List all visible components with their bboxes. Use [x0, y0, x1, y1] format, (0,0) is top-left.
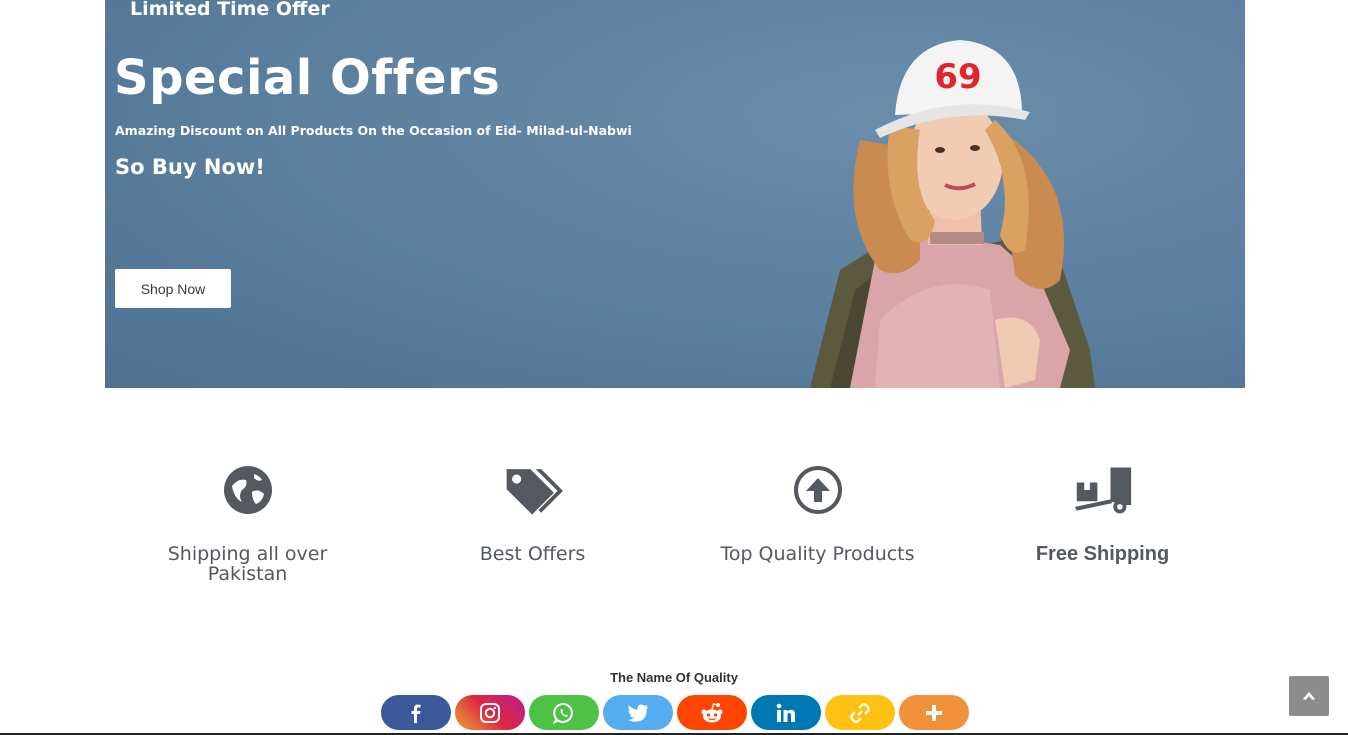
hero-model-image: 69: [810, 40, 1095, 388]
facebook-icon: [411, 704, 421, 723]
feature-label: Top Quality Products: [720, 543, 915, 565]
twitter-share-button[interactable]: [603, 695, 673, 730]
chevron-up-icon: [1303, 692, 1315, 700]
footer-tagline: The Name Of Quality: [610, 670, 738, 685]
instagram-icon: [480, 702, 500, 723]
feature-label: Best Offers: [479, 543, 586, 565]
plus-icon: [926, 704, 942, 721]
feature-free-shipping: Free Shipping: [960, 460, 1245, 600]
whatsapp-icon: [553, 702, 573, 724]
globe-icon: [218, 460, 278, 520]
feature-best-offers: Best Offers: [390, 460, 675, 600]
hero-cta-text: So Buy Now!: [115, 155, 265, 179]
hero-eyebrow: Limited Time Offer: [130, 0, 330, 20]
feature-label: Free Shipping: [1035, 543, 1170, 565]
reddit-share-button[interactable]: [677, 695, 747, 730]
more-share-button[interactable]: [899, 695, 969, 730]
scroll-to-top-button[interactable]: [1289, 676, 1329, 716]
copy-link-share-button[interactable]: [825, 695, 895, 730]
reddit-icon: [701, 702, 723, 722]
feature-top-quality: Top Quality Products: [675, 460, 960, 600]
whatsapp-share-button[interactable]: [529, 695, 599, 730]
dolly-icon: [1073, 460, 1133, 520]
twitter-icon: [628, 704, 648, 722]
instagram-share-button[interactable]: [455, 695, 525, 730]
linkedin-icon: [776, 703, 795, 722]
linkedin-share-button[interactable]: [751, 695, 821, 730]
tags-icon: [503, 460, 563, 520]
social-share-bar: [381, 695, 969, 730]
hero-title: Special Offers: [114, 50, 501, 106]
shop-now-button[interactable]: Shop Now: [115, 269, 231, 308]
link-icon: [850, 702, 870, 723]
facebook-share-button[interactable]: [381, 695, 451, 730]
feature-label: Shipping all over Pakistan: [167, 543, 328, 585]
features-row: Shipping all over Pakistan Best Offers T…: [105, 460, 1245, 600]
arrow-up-circle-icon: [788, 460, 848, 520]
cap-number: 69: [934, 57, 981, 97]
hero-subtitle: Amazing Discount on All Products On the …: [115, 123, 632, 138]
hero-banner: 69 Limited Time Offer Special Offers Ama…: [105, 0, 1245, 388]
page: 69 Limited Time Offer Special Offers Ama…: [0, 0, 1348, 735]
feature-shipping-pakistan: Shipping all over Pakistan: [105, 460, 390, 600]
